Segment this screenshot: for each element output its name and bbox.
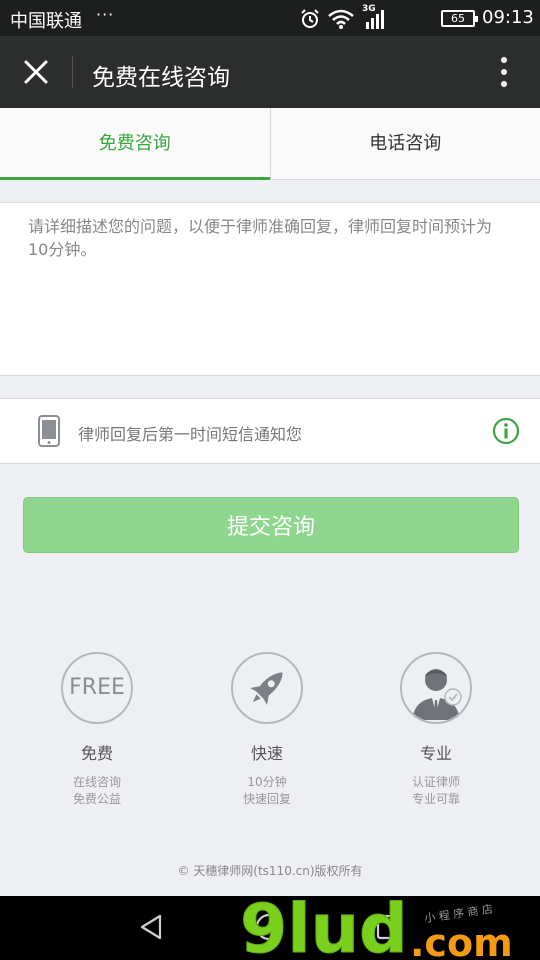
info-icon[interactable] xyxy=(492,417,520,445)
consult-tabs: 免费咨询 电话咨询 xyxy=(0,108,540,180)
feature-desc: 认证律师 专业可靠 xyxy=(346,774,526,808)
more-vertical-icon xyxy=(501,57,507,87)
site-watermark: 9lud .com 小 程 序 商 店 xyxy=(240,890,513,960)
feature-desc-line: 10分钟 xyxy=(247,775,287,789)
status-bar: 中国联通 ··· 3G 65 09:13 xyxy=(0,0,540,36)
title-divider xyxy=(72,56,73,88)
page-title: 免费在线咨询 xyxy=(92,65,230,91)
feature-desc: 10分钟 快速回复 xyxy=(177,774,357,808)
free-badge-icon: FREE xyxy=(61,652,133,724)
sms-notice-text: 律师回复后第一时间短信通知您 xyxy=(78,425,303,444)
feature-fast: 快速 10分钟 快速回复 xyxy=(177,652,357,808)
tab-free-consult[interactable]: 免费咨询 xyxy=(0,108,270,180)
alarm-icon xyxy=(301,9,319,28)
question-input[interactable] xyxy=(0,203,540,375)
feature-desc-line: 专业可靠 xyxy=(411,792,460,806)
system-icons: 3G xyxy=(300,4,388,30)
close-icon xyxy=(24,60,48,84)
feature-desc-line: 快速回复 xyxy=(242,792,291,806)
nav-back-icon[interactable] xyxy=(136,912,166,942)
feature-desc-line: 在线咨询 xyxy=(72,775,121,789)
close-button[interactable] xyxy=(18,54,54,90)
free-badge-text: FREE xyxy=(69,675,125,700)
submit-consult-button[interactable]: 提交咨询 xyxy=(23,497,519,553)
copyright-text: © 天穗律师网(ts110.cn)版权所有 xyxy=(177,864,363,878)
wifi-icon xyxy=(328,9,354,29)
tab-phone-consult[interactable]: 电话咨询 xyxy=(269,108,540,179)
signal-icon: 3G xyxy=(362,4,388,30)
sms-notice-row: 律师回复后第一时间短信通知您 xyxy=(0,398,540,464)
feature-title: 免费 xyxy=(80,744,113,763)
more-notifications-dots: ··· xyxy=(96,5,115,24)
feature-title: 专业 xyxy=(419,744,452,763)
more-options-button[interactable] xyxy=(490,54,518,90)
feature-desc-line: 认证律师 xyxy=(411,775,460,789)
battery-icon: 65 xyxy=(441,10,478,27)
lawyer-avatar-icon xyxy=(400,652,472,724)
feature-professional: 专业 认证律师 专业可靠 xyxy=(346,652,526,808)
feature-desc-line: 免费公益 xyxy=(72,792,121,806)
watermark-logo: 9lud xyxy=(240,890,408,960)
feature-desc: 在线咨询 免费公益 xyxy=(7,774,187,808)
rocket-icon xyxy=(231,652,303,724)
carrier-name: 中国联通 xyxy=(10,11,82,32)
question-box xyxy=(0,202,540,376)
title-bar: 免费在线咨询 xyxy=(0,36,540,108)
feature-free: FREE 免费 在线咨询 免费公益 xyxy=(7,652,187,808)
mobile-phone-icon xyxy=(38,415,60,447)
clock: 09:13 xyxy=(482,7,534,28)
watermark-suffix: .com xyxy=(410,921,513,960)
feature-title: 快速 xyxy=(250,744,283,763)
